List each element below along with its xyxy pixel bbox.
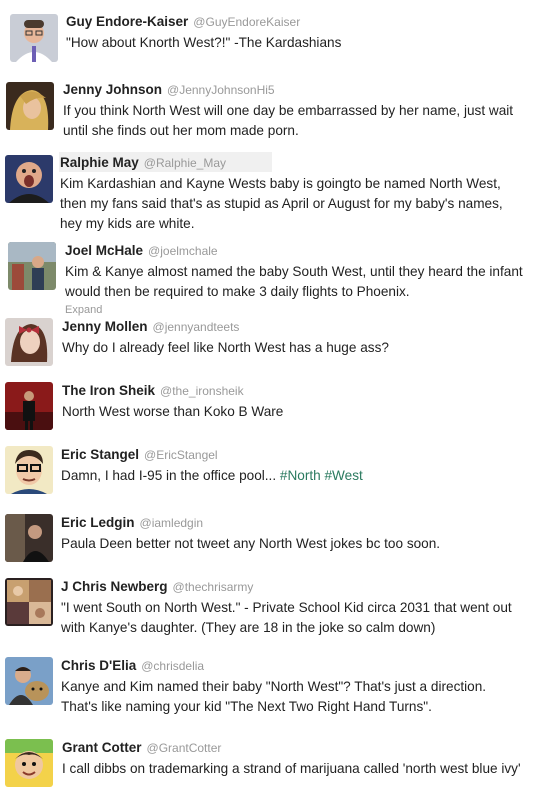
author-handle[interactable]: @Ralphie_May [144, 156, 226, 170]
tweet-guy-endore-kaiser: Guy Endore-Kaiser @GuyEndoreKaiser "How a… [0, 10, 530, 70]
author-name[interactable]: Guy Endore-Kaiser [66, 14, 188, 29]
tweet-eric-ledgin: Eric Ledgin @iamledgin Paula Deen better … [0, 510, 530, 572]
author-name[interactable]: The Iron Sheik [62, 383, 155, 398]
man-with-glasses-avatar[interactable] [10, 14, 58, 62]
author-name[interactable]: J Chris Newberg [61, 579, 168, 594]
tweet-text-plain: Damn, I had I-95 in the office pool... [61, 468, 280, 483]
tweet-joel-mchale: Joel McHale @joelmchale Kim & Kanye almos… [0, 238, 530, 316]
tweet-text: Kanye and Kim named their baby "North We… [61, 679, 487, 714]
tweet-text: Kim & Kanye almost named the baby South … [65, 264, 523, 299]
cartoon-face-avatar[interactable] [5, 739, 53, 787]
author-name[interactable]: Grant Cotter [62, 740, 142, 755]
tweet-text: Kim Kardashian and Kayne Wests baby is g… [60, 176, 503, 231]
tweet-text: "I went South on North West." - Private … [61, 600, 512, 635]
tweet-text: If you think North West will one day be … [63, 103, 514, 138]
man-dark-room-avatar[interactable] [5, 514, 53, 562]
man-with-dog-avatar[interactable] [5, 657, 53, 705]
author-handle[interactable]: @the_ironsheik [160, 384, 244, 398]
author-name[interactable]: Jenny Johnson [63, 82, 162, 97]
comedian-avatar[interactable] [5, 155, 53, 203]
tweet-iron-sheik: The Iron Sheik @the_ironsheik North West … [0, 378, 530, 438]
man-in-room-avatar[interactable] [8, 242, 56, 290]
author-handle[interactable]: @jennyandteets [153, 320, 240, 334]
woman-with-bow-avatar[interactable] [5, 318, 53, 366]
cartoon-man-avatar[interactable] [5, 446, 53, 494]
author-handle[interactable]: @thechrisarmy [173, 580, 254, 594]
tweet-text: Damn, I had I-95 in the office pool... #… [61, 466, 525, 486]
tweet-grant-cotter: Grant Cotter @GrantCotter I call dibbs on… [0, 735, 530, 805]
author-handle[interactable]: @JennyJohnsonHi5 [167, 83, 275, 97]
author-handle[interactable]: @GuyEndoreKaiser [193, 15, 300, 29]
author-name[interactable]: Chris D'Elia [61, 658, 136, 673]
author-name[interactable]: Joel McHale [65, 243, 143, 258]
tweet-jenny-johnson: Jenny Johnson @JennyJohnsonHi5 If you thi… [0, 78, 530, 148]
hashtag-link[interactable]: #West [324, 468, 362, 483]
author-handle[interactable]: @joelmchale [148, 244, 218, 258]
tweet-j-chris-newberg: J Chris Newberg @thechrisarmy "I went Sou… [0, 574, 530, 654]
author-handle[interactable]: @EricStangel [144, 448, 218, 462]
wrestler-avatar[interactable] [5, 382, 53, 430]
blonde-woman-avatar[interactable] [6, 82, 54, 130]
tweet-eric-stangel: Eric Stangel @EricStangel Damn, I had I-9… [0, 442, 530, 504]
tweet-chris-delia: Chris D'Elia @chrisdelia Kanye and Kim na… [0, 653, 530, 733]
author-handle[interactable]: @iamledgin [140, 516, 204, 530]
author-name[interactable]: Ralphie May [60, 155, 139, 170]
tweet-text: "How about Knorth West?!" -The Kardashia… [66, 35, 342, 50]
tweet-text: I call dibbs on trademarking a strand of… [62, 761, 521, 776]
author-name[interactable]: Eric Ledgin [61, 515, 135, 530]
author-name[interactable]: Eric Stangel [61, 447, 139, 462]
tweet-ralphie-may: Ralphie May @Ralphie_May Kim Kardashian a… [0, 152, 530, 232]
author-handle[interactable]: @chrisdelia [141, 659, 204, 673]
photo-collage-avatar[interactable] [5, 578, 53, 626]
tweet-text: Why do I already feel like North West ha… [62, 340, 389, 355]
tweet-jenny-mollen: Jenny Mollen @jennyandteets Why do I alre… [0, 314, 530, 374]
tweet-text: Paula Deen better not tweet any North We… [61, 536, 441, 551]
tweet-text: North West worse than Koko B Ware [62, 404, 284, 419]
author-handle[interactable]: @GrantCotter [147, 741, 222, 755]
hashtag-link[interactable]: #North [280, 468, 321, 483]
tweet-feed: Guy Endore-Kaiser @GuyEndoreKaiser "How a… [0, 0, 550, 810]
author-name[interactable]: Jenny Mollen [62, 319, 148, 334]
